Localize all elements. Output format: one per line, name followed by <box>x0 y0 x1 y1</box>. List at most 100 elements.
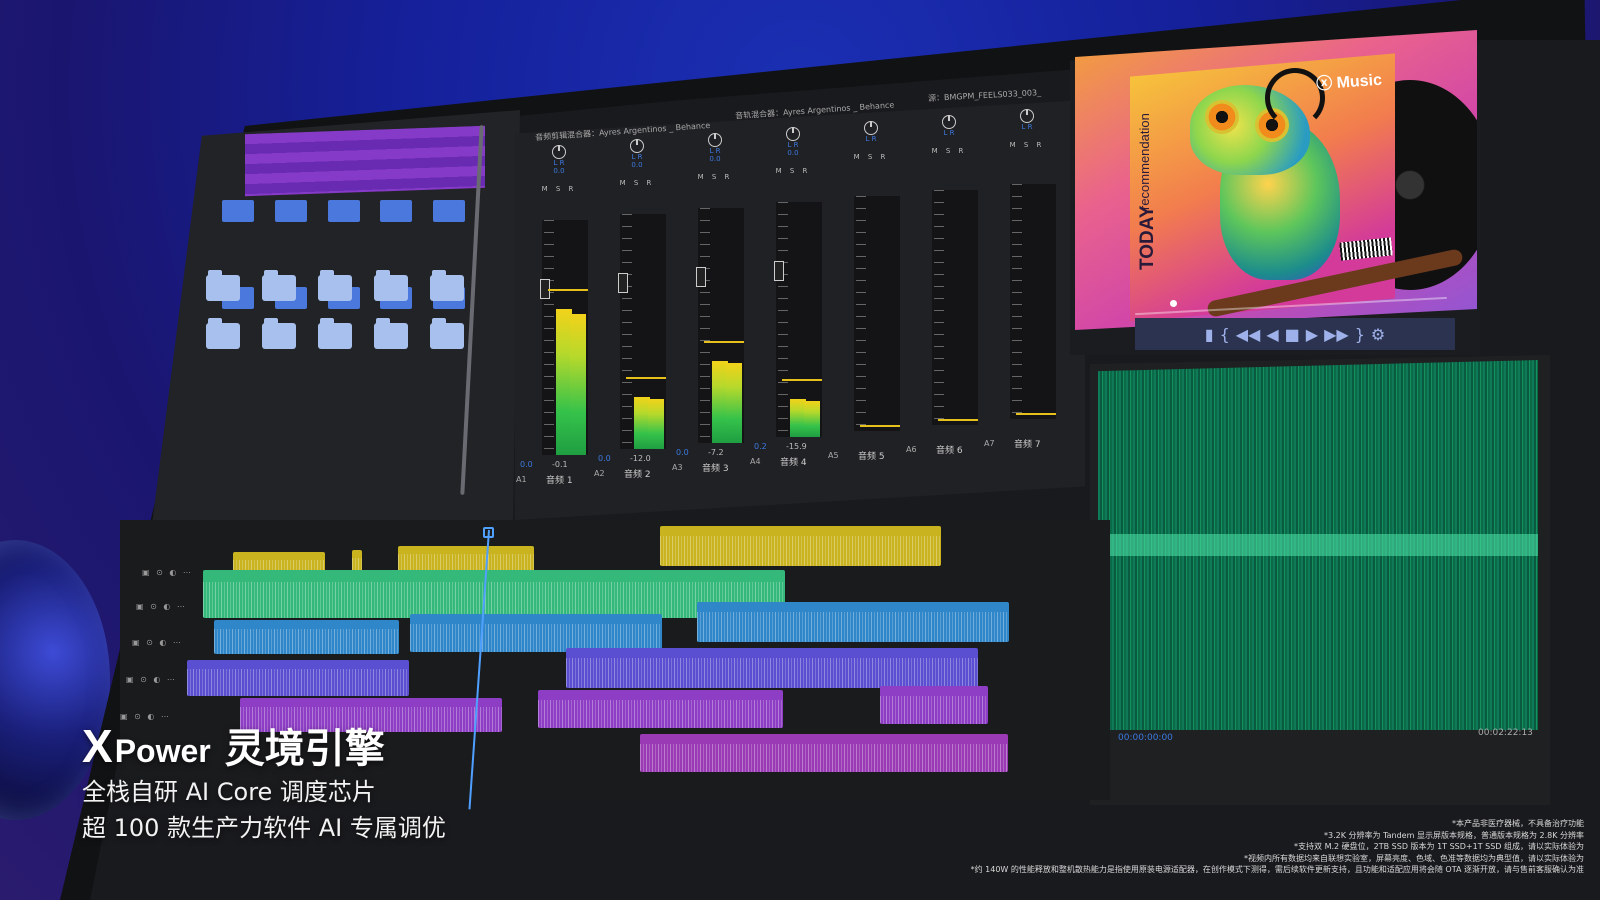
pan-knob-icon[interactable] <box>630 139 644 153</box>
pan-knob-icon[interactable] <box>1020 109 1034 123</box>
timeline-clip[interactable] <box>187 660 409 696</box>
peak-line <box>938 419 978 421</box>
waveform-display[interactable] <box>1098 360 1538 730</box>
channel-id: A6 <box>906 445 917 454</box>
meter-bar <box>804 401 820 437</box>
channel-name[interactable]: 音频 3 <box>702 461 729 474</box>
folder-grid <box>206 270 476 355</box>
album-today-text: TODAY <box>1137 205 1158 270</box>
channel-level-value: -15.9 <box>786 442 807 451</box>
playhead-handle[interactable] <box>483 527 494 538</box>
channel-name[interactable]: 音频 1 <box>546 473 573 486</box>
timeline-clip[interactable] <box>697 602 1009 642</box>
channel-level-value: -7.2 <box>708 448 724 457</box>
file-icon[interactable] <box>222 200 254 222</box>
channel-name[interactable]: 音频 6 <box>936 443 963 456</box>
out-point-icon[interactable]: } <box>1355 325 1365 344</box>
waveform-end-time: 00:02:22:13 <box>1478 728 1533 738</box>
timeline-clip[interactable] <box>214 620 399 654</box>
file-icon[interactable] <box>274 200 307 222</box>
marker-icon[interactable]: ▮ <box>1205 325 1214 344</box>
pan-lr-label: L R <box>787 141 799 149</box>
pan-lr-label: L R <box>1021 123 1033 131</box>
album-art: ⓧ Music TODAY recommendation <box>1075 30 1477 330</box>
track-controls[interactable]: ▣ ⊙ ◐ ⋯ <box>136 602 187 611</box>
mute-solo-record-buttons[interactable]: M S R <box>754 167 832 175</box>
volume-fader-handle[interactable] <box>774 261 784 281</box>
peak-line <box>1016 413 1056 415</box>
timeline-clip[interactable] <box>640 734 1008 772</box>
disclaimer-line: *本产品非医疗器械，不具备治疗功能 <box>1452 819 1584 828</box>
play-icon[interactable]: ▶ <box>1306 325 1318 344</box>
transport-controls: ▮{◀◀ ◀ ■ ▶ ▶▶} ⚙ <box>1135 318 1455 350</box>
settings-icon[interactable]: ⚙ <box>1371 325 1385 344</box>
channel-name[interactable]: 音频 7 <box>1014 437 1041 450</box>
level-meter <box>540 220 588 455</box>
timeline-clip[interactable] <box>566 648 978 688</box>
mixer-channel: L R M S R A7 音频 7 <box>984 109 1066 450</box>
rewind-icon[interactable]: ◀◀ <box>1236 325 1261 344</box>
level-meter <box>618 214 666 449</box>
folder-icon[interactable] <box>206 318 240 349</box>
timeline-clip[interactable] <box>660 526 941 566</box>
in-point-icon[interactable]: { <box>1220 325 1230 344</box>
level-meter <box>774 202 822 437</box>
mute-solo-record-buttons[interactable]: M S R <box>910 147 988 155</box>
pan-knob-icon[interactable] <box>552 145 566 159</box>
pan-knob-icon[interactable] <box>708 133 722 147</box>
file-icon[interactable] <box>327 200 360 222</box>
level-meter <box>854 196 900 431</box>
volume-fader-handle[interactable] <box>618 273 628 293</box>
disclaimer-line: *支持双 M.2 硬盘位，2TB SSD 版本为 1T SSD+1T SSD 组… <box>1294 842 1584 851</box>
mute-solo-record-buttons[interactable]: M S R <box>598 179 676 187</box>
peak-line <box>704 341 744 343</box>
channel-id: A4 <box>750 457 761 466</box>
disclaimer-line: *视频内所有数据均来自联想实验室，屏幕亮度、色域、色准等数据均为典型值，请以实际… <box>1244 853 1584 863</box>
volume-fader-handle[interactable] <box>696 267 706 287</box>
timeline-clip[interactable] <box>880 686 988 724</box>
pan-knob-icon[interactable] <box>864 121 878 135</box>
folder-icon[interactable] <box>430 318 464 349</box>
folder-icon[interactable] <box>374 270 408 301</box>
folder-icon[interactable] <box>374 318 408 349</box>
mute-solo-record-buttons[interactable]: M S R <box>832 153 910 161</box>
channel-id: A1 <box>516 475 527 484</box>
channel-name[interactable]: 音频 2 <box>624 467 651 480</box>
meter-scale <box>778 202 788 437</box>
folder-icon[interactable] <box>262 318 296 349</box>
mixer-channel: L R M S R A6 音频 6 <box>906 115 988 456</box>
fast-forward-icon[interactable]: ▶▶ <box>1324 325 1349 344</box>
channel-name[interactable]: 音频 5 <box>858 449 885 462</box>
folder-icon[interactable] <box>318 270 352 301</box>
pan-knob-icon[interactable] <box>942 115 956 129</box>
level-meter <box>932 190 978 425</box>
channel-id: A7 <box>984 439 995 448</box>
step-back-icon[interactable]: ◀ <box>1266 325 1278 344</box>
channel-id: A3 <box>672 463 683 472</box>
mute-solo-record-buttons[interactable]: M S R <box>676 173 754 181</box>
channel-offset-value: 0.0 <box>520 460 533 469</box>
folder-icon[interactable] <box>262 270 296 301</box>
peak-line <box>782 379 822 381</box>
channel-offset-value: 0.0 <box>598 454 611 463</box>
mute-solo-record-buttons[interactable]: M S R <box>520 185 598 193</box>
channel-level-value: -0.1 <box>552 460 568 469</box>
track-controls[interactable]: ▣ ⊙ ◐ ⋯ <box>126 675 177 684</box>
level-meter <box>1010 184 1056 419</box>
folder-icon[interactable] <box>430 270 464 301</box>
pan-knob-icon[interactable] <box>786 127 800 141</box>
stop-icon[interactable]: ■ <box>1285 325 1300 344</box>
file-icon[interactable] <box>433 200 466 222</box>
channel-name[interactable]: 音频 4 <box>780 455 807 468</box>
folder-icon[interactable] <box>206 270 240 301</box>
timeline-clip[interactable] <box>410 614 662 652</box>
file-icon[interactable] <box>380 200 413 222</box>
playback-progress-handle[interactable] <box>1170 300 1177 307</box>
disclaimer-line: *约 140W 的性能释放和整机散热能力是指使用原装电源适配器，在创作模式下测得… <box>970 865 1584 874</box>
timeline-clip[interactable] <box>538 690 783 728</box>
track-controls[interactable]: ▣ ⊙ ◐ ⋯ <box>142 568 193 577</box>
folder-icon[interactable] <box>318 318 352 349</box>
track-controls[interactable]: ▣ ⊙ ◐ ⋯ <box>132 638 183 647</box>
meter-scale <box>700 208 710 443</box>
mute-solo-record-buttons[interactable]: M S R <box>988 141 1066 149</box>
